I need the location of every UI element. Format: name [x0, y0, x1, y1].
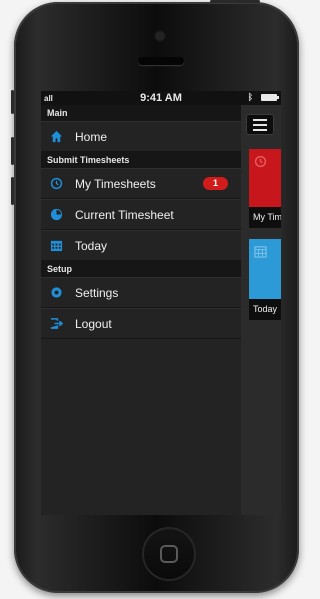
- calendar-icon: [254, 246, 267, 258]
- tile-label: My Tim: [249, 207, 281, 228]
- home-icon: [50, 130, 63, 143]
- tile-my-timesheets[interactable]: My Tim: [249, 149, 281, 228]
- tile-color: [249, 149, 281, 207]
- tile-label: Today: [249, 299, 281, 320]
- calendar-icon: [50, 240, 63, 252]
- side-menu: Main Home Submit Timesheets My Timesheet…: [41, 105, 241, 515]
- menu-item-label: My Timesheets: [75, 177, 156, 191]
- menu-item-label: Home: [75, 130, 108, 144]
- section-header-main: Main: [41, 105, 241, 121]
- tile-today[interactable]: Today: [249, 239, 281, 320]
- section-header-setup: Setup: [41, 261, 241, 277]
- volume-up-button: [11, 137, 14, 165]
- bluetooth-icon: ᛒ: [247, 92, 253, 102]
- power-button: [210, 0, 260, 3]
- menu-item-label: Current Timesheet: [75, 208, 174, 222]
- menu-item-label: Logout: [75, 317, 112, 331]
- history-clock-icon: [254, 155, 267, 168]
- logout-icon: [50, 318, 63, 329]
- status-time: 9:41 AM: [140, 92, 182, 104]
- tile-color: [249, 239, 281, 299]
- front-camera: [155, 31, 165, 41]
- earpiece-speaker: [138, 57, 184, 65]
- home-button[interactable]: [142, 527, 196, 581]
- clock-pie-icon: [50, 208, 63, 221]
- section-header-submit-timesheets: Submit Timesheets: [41, 152, 241, 168]
- battery-icon: [261, 94, 279, 101]
- gear-icon: [51, 287, 62, 298]
- content-panel-peek: My Tim Today: [241, 105, 281, 515]
- history-clock-icon: [50, 177, 63, 190]
- menu-item-settings[interactable]: Settings: [41, 277, 241, 308]
- menu-toggle-button[interactable]: [246, 114, 274, 135]
- menu-item-label: Settings: [75, 286, 119, 300]
- menu-item-current-timesheet[interactable]: Current Timesheet: [41, 199, 241, 230]
- menu-item-logout[interactable]: Logout: [41, 308, 241, 339]
- app-screen: all 9:41 AM ᛒ Main Home Submit Timesheet…: [41, 91, 281, 515]
- mute-switch: [11, 90, 14, 114]
- notification-badge: 1: [203, 177, 228, 190]
- menu-item-home[interactable]: Home: [41, 121, 241, 152]
- volume-down-button: [11, 177, 14, 205]
- menu-item-today[interactable]: Today: [41, 230, 241, 261]
- menu-item-my-timesheets[interactable]: My Timesheets 1: [41, 168, 241, 199]
- menu-item-label: Today: [75, 239, 108, 253]
- status-bar: all 9:41 AM ᛒ: [41, 91, 281, 105]
